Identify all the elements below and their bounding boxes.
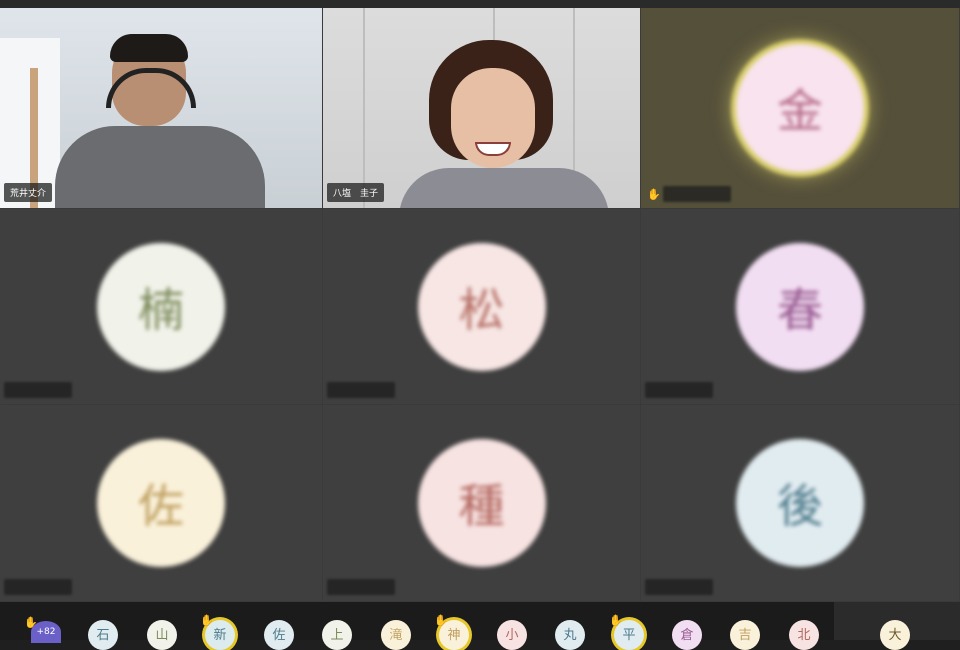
participant-name-tag-blurred [4, 382, 72, 398]
participant-hair [110, 34, 188, 62]
video-grid: 荒井丈介 八塩 圭子 金 ✋ 楠 松 春 佐 種 後 [0, 8, 960, 602]
avatar-tile-4[interactable]: 楠 [0, 209, 323, 405]
background-panel-line [363, 8, 365, 208]
raised-hand-icon: ✋ [200, 614, 214, 627]
participant-avatar: 松 [417, 242, 546, 371]
participant-avatar: 金 [736, 44, 864, 172]
video-tile-2[interactable]: 八塩 圭子 [323, 8, 641, 209]
participant-chip[interactable]: 吉 [730, 620, 760, 650]
raised-hand-icon: ✋ [434, 614, 448, 627]
participant-chip[interactable]: 石 [88, 620, 118, 650]
participant-chip[interactable]: 佐 [264, 620, 294, 650]
participant-chip[interactable]: 北 [789, 620, 819, 650]
participant-chip[interactable]: 小 [497, 620, 527, 650]
participant-chip[interactable]: 丸 [555, 620, 585, 650]
participant-avatar: 佐 [97, 439, 225, 567]
participant-avatar: 春 [736, 242, 864, 371]
participant-chip[interactable]: 上 [322, 620, 352, 650]
raised-hand-icon: ✋ [609, 614, 623, 627]
participant-name-tag: 荒井丈介 [4, 183, 53, 202]
participant-chip[interactable]: 滝 [381, 620, 411, 650]
avatar-tile-8[interactable]: 種 [323, 405, 641, 602]
participant-avatar: 後 [736, 439, 864, 567]
participant-avatar: 楠 [97, 242, 225, 371]
participant-chip[interactable]: 大 [880, 620, 910, 650]
participant-name-tag-blurred [327, 382, 395, 398]
avatar-tile-3[interactable]: 金 ✋ [641, 8, 960, 209]
avatar-tile-9[interactable]: 後 [641, 405, 960, 602]
avatar-tile-7[interactable]: 佐 [0, 405, 323, 602]
participant-name-tag: 八塩 圭子 [327, 183, 385, 202]
participant-name-tag-blurred [4, 579, 72, 595]
strip-right-panel: 大 [834, 602, 960, 650]
participant-name-tag-blurred [663, 186, 731, 202]
participant-name-tag-blurred [327, 579, 395, 595]
participant-chip[interactable]: 倉 [672, 620, 702, 650]
raised-hand-icon: ✋ [647, 188, 661, 201]
participant-chip[interactable]: 山 [147, 620, 177, 650]
participant-body [399, 168, 609, 208]
window-top-bar [0, 0, 960, 8]
video-tile-1[interactable]: 荒井丈介 [0, 8, 323, 209]
avatar-tile-5[interactable]: 松 [323, 209, 641, 405]
participant-body [55, 126, 265, 208]
participant-name-tag-blurred [645, 579, 713, 595]
participant-avatar: 種 [417, 439, 546, 567]
participant-strip: ✋ 石山新 ✋ 佐上滝神 ✋ 小丸平 ✋ 倉吉北 [0, 602, 834, 650]
participant-name-tag-blurred [645, 382, 713, 398]
avatar-tile-6[interactable]: 春 [641, 209, 960, 405]
